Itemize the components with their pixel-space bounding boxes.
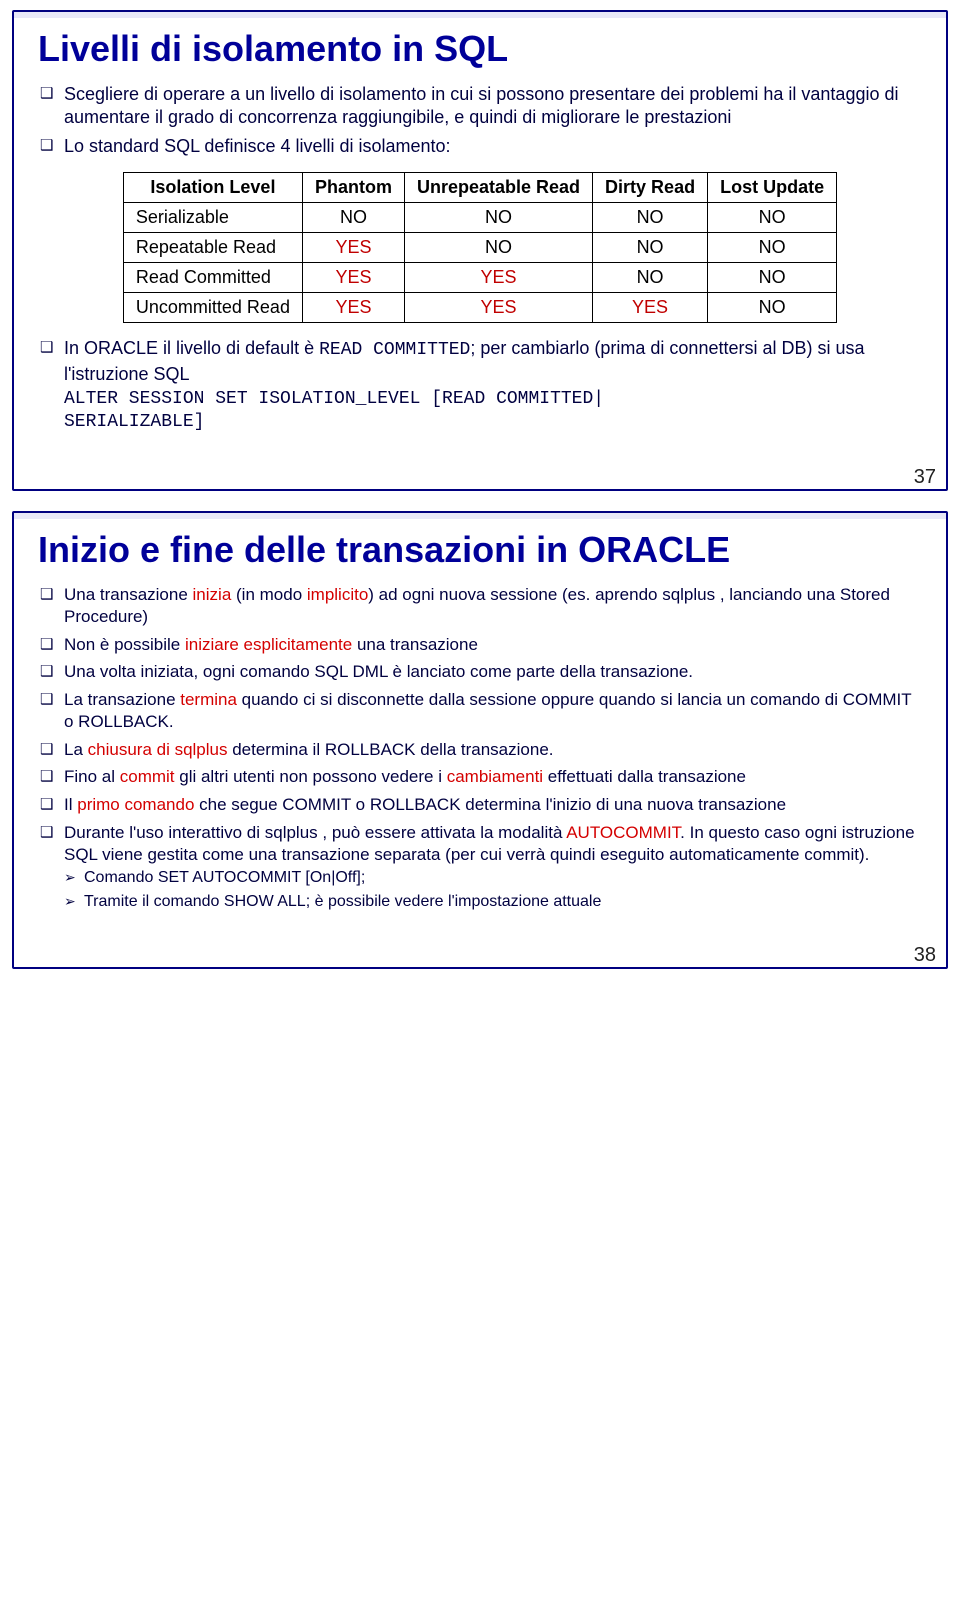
- bullet-item: Una volta iniziata, ogni comando SQL DML…: [38, 661, 922, 683]
- page-title: Livelli di isolamento in SQL: [38, 28, 922, 69]
- sub-bullet: Tramite il comando SHOW ALL; è possibile…: [64, 892, 922, 912]
- slide-content: Inizio e fine delle transazioni in ORACL…: [14, 513, 946, 937]
- col-header: Phantom: [302, 173, 404, 203]
- bullet-text: Scegliere di operare a un livello di iso…: [64, 84, 899, 127]
- page-number: 38: [14, 944, 946, 967]
- table-cell: YES: [302, 233, 404, 263]
- table-cell: YES: [593, 293, 708, 323]
- row-label: Repeatable Read: [123, 233, 302, 263]
- bullet-item: Lo standard SQL definisce 4 livelli di i…: [38, 135, 922, 158]
- row-label: Serializable: [123, 203, 302, 233]
- code-line: ALTER SESSION SET ISOLATION_LEVEL [READ …: [64, 388, 922, 411]
- table-cell: YES: [404, 293, 592, 323]
- table-cell: NO: [593, 263, 708, 293]
- col-header: Lost Update: [708, 173, 837, 203]
- table-cell: YES: [302, 263, 404, 293]
- bullet-item: Fino al commit gli altri utenti non poss…: [38, 766, 922, 788]
- bullet-text: Lo standard SQL definisce 4 livelli di i…: [64, 136, 451, 156]
- table-cell: NO: [708, 263, 837, 293]
- col-header: Isolation Level: [123, 173, 302, 203]
- table-cell: NO: [708, 233, 837, 263]
- bullet-item: Scegliere di operare a un livello di iso…: [38, 83, 922, 129]
- table-header-row: Isolation Level Phantom Unrepeatable Rea…: [123, 173, 836, 203]
- col-header: Dirty Read: [593, 173, 708, 203]
- page-title: Inizio e fine delle transazioni in ORACL…: [38, 529, 922, 570]
- isolation-table: Isolation Level Phantom Unrepeatable Rea…: [123, 172, 837, 323]
- table-cell: NO: [404, 233, 592, 263]
- bullet-item: La chiusura di sqlplus determina il ROLL…: [38, 739, 922, 761]
- table-cell: NO: [708, 293, 837, 323]
- bullet-item: Il primo comando che segue COMMIT o ROLL…: [38, 794, 922, 816]
- slide-37: Livelli di isolamento in SQL Scegliere d…: [12, 10, 948, 491]
- table-cell: NO: [404, 203, 592, 233]
- bullet-item: Non è possibile iniziare esplicitamente …: [38, 634, 922, 656]
- row-label: Read Committed: [123, 263, 302, 293]
- bullet-item: Una transazione inizia (in modo implicit…: [38, 584, 922, 628]
- sub-bullet: Comando SET AUTOCOMMIT [On|Off];: [64, 868, 922, 888]
- bullet-list: Una transazione inizia (in modo implicit…: [38, 584, 922, 912]
- bullet-list: In ORACLE il livello di default è READ C…: [38, 337, 922, 433]
- bullet-item: Durante l'uso interattivo di sqlplus , p…: [38, 822, 922, 912]
- table-row: SerializableNONONONO: [123, 203, 836, 233]
- table-cell: NO: [593, 233, 708, 263]
- bullet-list: Scegliere di operare a un livello di iso…: [38, 83, 922, 158]
- table-cell: NO: [302, 203, 404, 233]
- bullet-item: In ORACLE il livello di default è READ C…: [38, 337, 922, 433]
- row-label: Uncommitted Read: [123, 293, 302, 323]
- inline-code: READ COMMITTED: [319, 340, 470, 360]
- code-line: SERIALIZABLE]: [64, 411, 922, 434]
- col-header: Unrepeatable Read: [404, 173, 592, 203]
- table-row: Read CommittedYESYESNONO: [123, 263, 836, 293]
- bullet-text: In ORACLE il livello di default è: [64, 338, 319, 358]
- slide-content: Livelli di isolamento in SQL Scegliere d…: [14, 12, 946, 458]
- bullet-item: La transazione termina quando ci si disc…: [38, 689, 922, 733]
- slide-38: Inizio e fine delle transazioni in ORACL…: [12, 511, 948, 970]
- page-number: 37: [14, 466, 946, 489]
- table-cell: YES: [302, 293, 404, 323]
- table-cell: NO: [708, 203, 837, 233]
- table-row: Uncommitted ReadYESYESYESNO: [123, 293, 836, 323]
- table-cell: NO: [593, 203, 708, 233]
- table-cell: YES: [404, 263, 592, 293]
- table-row: Repeatable ReadYESNONONO: [123, 233, 836, 263]
